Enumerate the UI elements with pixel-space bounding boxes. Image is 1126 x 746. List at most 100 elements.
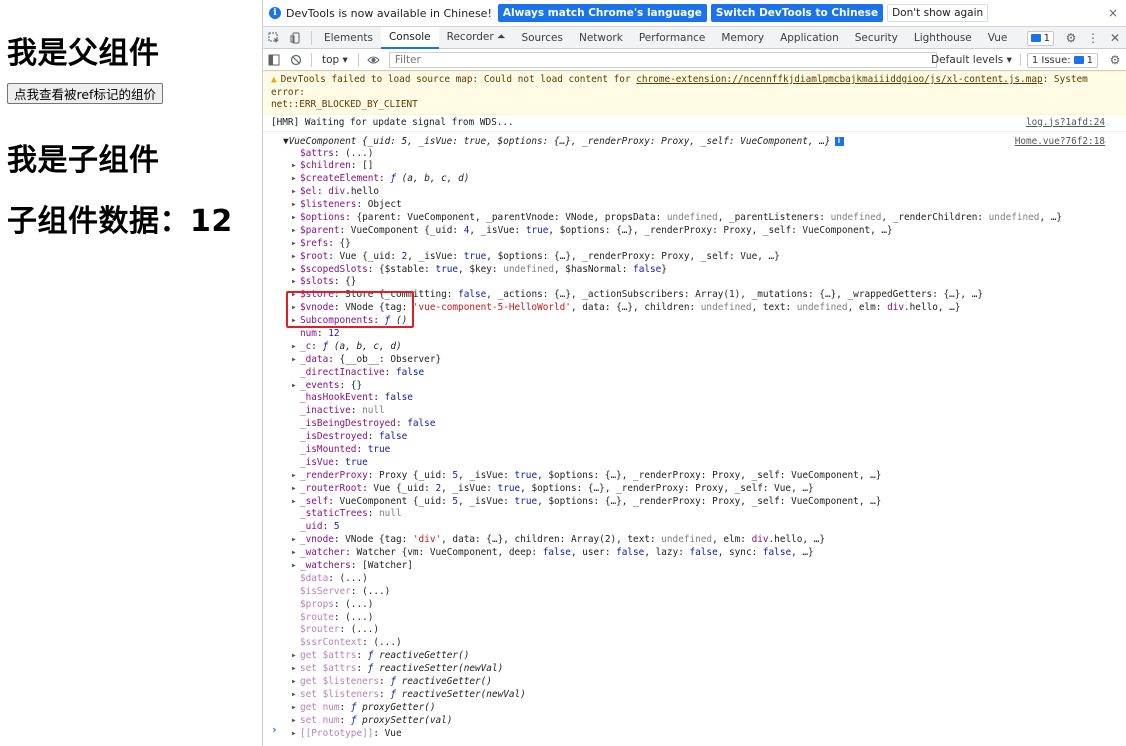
show-ref-button[interactable]: 点我查看被ref标记的组价 bbox=[7, 83, 163, 104]
language-banner: i DevTools is now available in Chinese! … bbox=[263, 0, 1126, 27]
issue-icon bbox=[1073, 56, 1084, 64]
prop-row[interactable]: $route: (...) bbox=[263, 612, 1126, 625]
prop-row[interactable]: set num: ƒ proxySetter(val) bbox=[263, 715, 1126, 728]
eye-icon[interactable] bbox=[363, 49, 385, 71]
gear-icon[interactable]: ⚙ bbox=[1060, 27, 1082, 49]
prop-row[interactable]: _directInactive: false bbox=[263, 367, 1126, 380]
issues-button[interactable]: 1 Issue: 1 bbox=[1026, 52, 1098, 68]
prop-row[interactable]: $store: Store {_committing: false, _acti… bbox=[263, 289, 1126, 302]
prop-row[interactable]: _events: {} bbox=[263, 380, 1126, 393]
match-language-button[interactable]: Always match Chrome's language bbox=[497, 4, 707, 22]
clear-console-icon[interactable] bbox=[285, 49, 307, 71]
context-selector[interactable]: top ▾ bbox=[316, 54, 354, 66]
source-map-link[interactable]: chrome-extension://ncennffkjdiamlpmcbajk… bbox=[636, 74, 1042, 85]
close-devtools-icon[interactable]: ✕ bbox=[1104, 27, 1126, 49]
switch-language-button[interactable]: Switch DevTools to Chinese bbox=[710, 4, 884, 22]
device-toolbar-icon[interactable] bbox=[285, 27, 307, 49]
tab-performance[interactable]: Performance bbox=[631, 27, 714, 49]
prop-row[interactable]: $attrs: (...) bbox=[263, 148, 1126, 161]
prop-row[interactable]: $refs: {} bbox=[263, 238, 1126, 251]
prop-row[interactable]: $router: (...) bbox=[263, 624, 1126, 637]
tab-security[interactable]: Security bbox=[847, 27, 906, 49]
prop-row[interactable]: $children: [] bbox=[263, 160, 1126, 173]
tab-network[interactable]: Network bbox=[571, 27, 631, 49]
prop-row-num[interactable]: num: 12 bbox=[263, 328, 1126, 341]
prop-row[interactable]: get $listeners: ƒ reactiveGetter() bbox=[263, 676, 1126, 689]
prop-row[interactable]: _vnode: VNode {tag: 'div', data: {…}, ch… bbox=[263, 534, 1126, 547]
warning-icon: ▲ bbox=[271, 74, 277, 85]
devtools-panel: i DevTools is now available in Chinese! … bbox=[262, 0, 1126, 746]
prop-row[interactable]: get num: ƒ proxyGetter() bbox=[263, 702, 1126, 715]
log-source-link[interactable]: log.js?1afd:24 bbox=[1026, 117, 1105, 129]
prop-row[interactable]: $data: (...) bbox=[263, 573, 1126, 586]
tab-application[interactable]: Application bbox=[772, 27, 847, 49]
log-levels-dropdown[interactable]: Default levels ▾ bbox=[923, 54, 1021, 66]
warning-message: ▲ DevTools failed to load source map: Cou… bbox=[263, 71, 1126, 115]
prop-row[interactable]: get $attrs: ƒ reactiveGetter() bbox=[263, 650, 1126, 663]
prop-row[interactable]: $scopedSlots: {$stable: true, $key: unde… bbox=[263, 264, 1126, 277]
filter-input[interactable]: Filter bbox=[388, 51, 937, 68]
info-icon: i bbox=[834, 136, 844, 146]
tab-vue[interactable]: Vue bbox=[980, 27, 1016, 49]
divider bbox=[311, 30, 312, 45]
prop-row[interactable]: _hasHookEvent: false bbox=[263, 392, 1126, 405]
prop-row[interactable]: _watcher: Watcher {vm: VueComponent, dee… bbox=[263, 547, 1126, 560]
tab-memory[interactable]: Memory bbox=[713, 27, 772, 49]
prop-row[interactable]: $parent: VueComponent {_uid: 4, _isVue: … bbox=[263, 225, 1126, 238]
tab-sources[interactable]: Sources bbox=[513, 27, 571, 49]
message-icon bbox=[1030, 34, 1041, 42]
child-data-text: 子组件数据：12 bbox=[7, 204, 233, 239]
tab-lighthouse[interactable]: Lighthouse bbox=[906, 27, 980, 49]
prop-row[interactable]: $createElement: ƒ (a, b, c, d) bbox=[263, 173, 1126, 186]
devtools-tabbar: Elements Console Recorder ⏶ Sources Netw… bbox=[263, 26, 1126, 49]
tab-elements[interactable]: Elements bbox=[316, 27, 381, 49]
divider bbox=[311, 52, 312, 67]
prop-row[interactable]: $root: Vue {_uid: 2, _isVue: true, $opti… bbox=[263, 251, 1126, 264]
prop-row[interactable]: _isDestroyed: false bbox=[263, 431, 1126, 444]
prop-row[interactable]: _self: VueComponent {_uid: 5, _isVue: tr… bbox=[263, 496, 1126, 509]
tab-console[interactable]: Console bbox=[380, 26, 439, 49]
dont-show-again-button[interactable]: Don't show again bbox=[887, 4, 989, 22]
console-output: ▲ DevTools failed to load source map: Cou… bbox=[263, 71, 1126, 740]
hmr-log: [HMR] Waiting for update signal from WDS… bbox=[263, 115, 1126, 132]
vue-component-object[interactable]: ▼VueComponent {_uid: 5, _isVue: true, $o… bbox=[263, 135, 1126, 148]
console-prompt-icon[interactable]: › bbox=[271, 723, 278, 736]
prop-row[interactable]: set $listeners: ƒ reactiveSetter(newVal) bbox=[263, 689, 1126, 702]
prop-row[interactable]: set $attrs: ƒ reactiveSetter(newVal) bbox=[263, 663, 1126, 676]
console-toolbar: top ▾ Filter Default levels ▾ 1 Issue: 1 … bbox=[263, 49, 1126, 71]
prop-row[interactable]: $ssrContext: (...) bbox=[263, 637, 1126, 650]
prop-row[interactable]: _uid: 5 bbox=[263, 521, 1126, 534]
banner-message: DevTools is now available in Chinese! bbox=[286, 6, 492, 20]
child-heading: 我是子组件 bbox=[7, 143, 160, 178]
prop-row[interactable]: _watchers: [Watcher] bbox=[263, 560, 1126, 573]
prop-row[interactable]: $listeners: Object bbox=[263, 199, 1126, 212]
prop-row[interactable]: _renderProxy: Proxy {_uid: 5, _isVue: tr… bbox=[263, 470, 1126, 483]
object-source-link[interactable]: Home.vue?76f2:18 bbox=[1015, 135, 1105, 148]
prop-row[interactable]: _data: {__ob__: Observer} bbox=[263, 354, 1126, 367]
prop-row[interactable]: _isVue: true bbox=[263, 457, 1126, 470]
prop-row[interactable]: _routerRoot: Vue {_uid: 2, _isVue: true,… bbox=[263, 483, 1126, 496]
prop-row[interactable]: [[Prototype]]: Vue bbox=[263, 728, 1126, 741]
prop-row[interactable]: $vnode: VNode {tag: 'vue-component-5-Hel… bbox=[263, 302, 1126, 315]
prop-row[interactable]: _isBeingDestroyed: false bbox=[263, 418, 1126, 431]
prop-row[interactable]: $props: (...) bbox=[263, 599, 1126, 612]
prop-row[interactable]: _c: ƒ (a, b, c, d) bbox=[263, 341, 1126, 354]
info-icon: i bbox=[269, 7, 281, 19]
object-properties: $attrs: (...) $children: [] $createEleme… bbox=[263, 148, 1126, 741]
close-icon[interactable]: × bbox=[1108, 6, 1118, 20]
page-content: 我是父组件 点我查看被ref标记的组价 我是子组件 子组件数据：12 bbox=[0, 0, 262, 746]
prop-row[interactable]: _staticTrees: null bbox=[263, 508, 1126, 521]
console-settings-gear-icon[interactable]: ⚙ bbox=[1104, 49, 1126, 71]
prop-row[interactable]: $options: {parent: VueComponent, _parent… bbox=[263, 212, 1126, 225]
sidebar-toggle-icon[interactable] bbox=[263, 49, 285, 71]
prop-row[interactable]: _isMounted: true bbox=[263, 444, 1126, 457]
prop-row-subcomponents[interactable]: Subcomponents: ƒ () bbox=[263, 315, 1126, 328]
prop-row[interactable]: $el: div.hello bbox=[263, 186, 1126, 199]
more-menu-icon[interactable]: ⋮ bbox=[1082, 27, 1104, 49]
messages-badge[interactable]: 1 bbox=[1026, 30, 1054, 46]
inspect-element-icon[interactable] bbox=[263, 27, 285, 49]
prop-row[interactable]: $isServer: (...) bbox=[263, 586, 1126, 599]
prop-row[interactable]: $slots: {} bbox=[263, 276, 1126, 289]
prop-row[interactable]: _inactive: null bbox=[263, 405, 1126, 418]
tab-recorder[interactable]: Recorder ⏶ bbox=[439, 27, 514, 49]
